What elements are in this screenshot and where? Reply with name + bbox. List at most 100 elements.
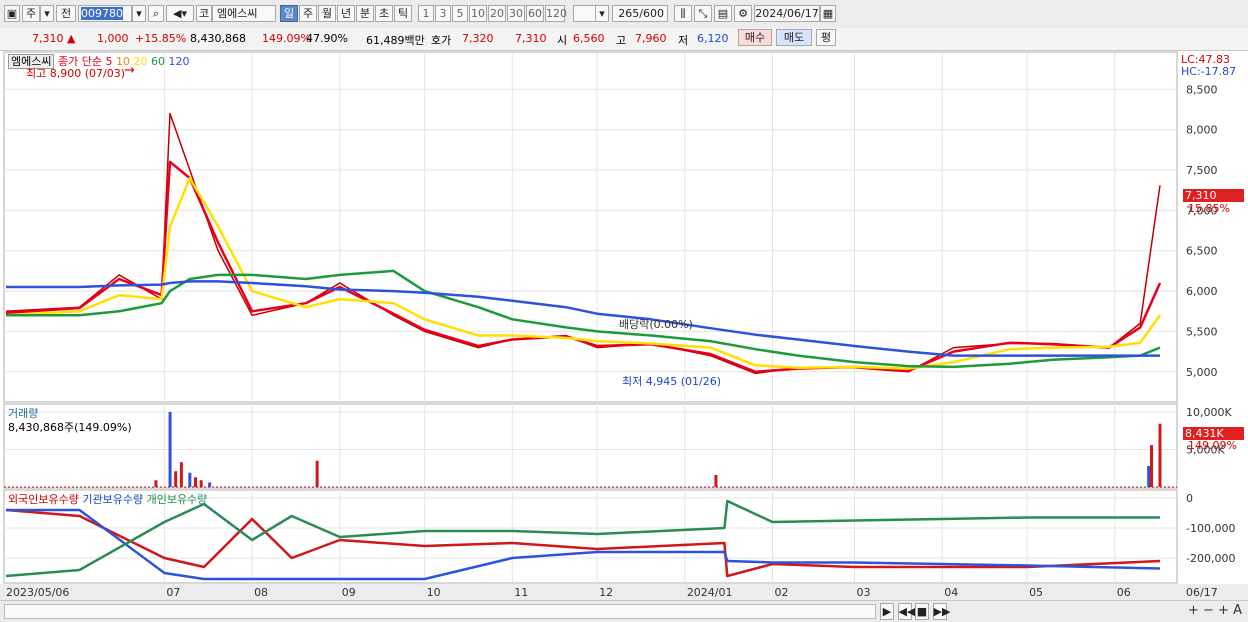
price-tick-label: 8,000 xyxy=(1186,124,1218,137)
minute-button-10[interactable]: 10 xyxy=(469,5,487,22)
minute-button-120[interactable]: 120 xyxy=(545,5,567,22)
individual-legend[interactable]: 개인보유수량 xyxy=(147,493,208,506)
candle-icon[interactable]: ⫼ xyxy=(674,5,692,22)
x-tick-label: 11 xyxy=(514,586,528,599)
volume-bar xyxy=(1150,445,1154,487)
volume-info: 8,430,868주(149.09%) xyxy=(8,421,132,434)
ask1-value: 7,320 xyxy=(462,32,494,45)
ma-legend-60: 60 xyxy=(147,55,165,68)
code-dropdown-icon[interactable]: ▾ xyxy=(132,5,146,22)
price-tick-label: 5,000 xyxy=(1186,366,1218,379)
toolbar: ▣ 주 ▾ 전 009780 ▾ ⌕ ◀▾ 코 엠에스씨 일주월년분초틱 135… xyxy=(0,0,1248,29)
forward-icon[interactable]: ▶▶ xyxy=(932,603,950,620)
date-field[interactable]: 2024/06/17 xyxy=(754,5,820,22)
tool-icon[interactable]: ⤡ xyxy=(694,5,712,22)
minute-button-3[interactable]: 3 xyxy=(435,5,451,22)
institution-legend[interactable]: 기관보유수량 xyxy=(82,493,143,506)
code-input[interactable]: 009780 xyxy=(78,5,132,22)
compare-button[interactable]: 전 xyxy=(56,5,76,22)
x-tick-label: 2024/01 xyxy=(687,586,733,599)
x-axis-area xyxy=(0,584,1248,600)
volume-bar xyxy=(199,480,203,487)
change-pct: +15.85% xyxy=(135,32,187,45)
buy-button[interactable]: 매수 xyxy=(738,29,772,46)
stock-name-field[interactable]: 엠에스씨 xyxy=(212,5,276,22)
ma-legend-120: 120 xyxy=(164,55,190,68)
volume-bar xyxy=(315,460,319,487)
price-tick-label: 5,500 xyxy=(1186,325,1218,338)
quote-bar: 7,310 ▲ 1,000 +15.85% 8,430,868 149.09% … xyxy=(0,28,1248,51)
x-tick-label: 08 xyxy=(254,586,268,599)
scroll-track[interactable] xyxy=(4,604,876,619)
volume-ratio: 149.09% xyxy=(262,32,311,45)
scroll-buttons: ▶ ◀◀ ■ ▶▶ xyxy=(880,603,950,620)
volume-bar xyxy=(188,472,192,487)
volume-bar xyxy=(208,482,212,487)
price-value: 7,310 xyxy=(32,32,64,45)
ask2-value: 7,310 xyxy=(515,32,547,45)
x-tick-label: 05 xyxy=(1029,586,1043,599)
scroll-bar[interactable]: ▶ ◀◀ ■ ▶▶ + − + A xyxy=(0,600,1248,622)
holding-tick-label: -100,000 xyxy=(1186,522,1235,535)
hc-value: HC:-17.87 xyxy=(1181,65,1237,78)
play-icon[interactable]: ▶ xyxy=(880,603,894,620)
calendar-icon[interactable]: ▦ xyxy=(820,5,836,22)
sell-button[interactable]: 매도 xyxy=(776,29,812,46)
foreign-legend[interactable]: 외국인보유수량 xyxy=(8,493,79,506)
stock-chart: 5,0005,5006,0006,5007,0007,5008,0008,500… xyxy=(0,51,1248,600)
x-tick-label: 04 xyxy=(944,586,958,599)
x-end-label: 06/17 xyxy=(1186,586,1218,599)
low-label: 저 xyxy=(678,34,689,47)
count-field[interactable]: 265/600 xyxy=(612,5,668,22)
ask-label: 호가 xyxy=(431,34,452,47)
minute-button-20[interactable]: 20 xyxy=(488,5,506,22)
rewind-icon[interactable]: ◀◀ xyxy=(897,603,915,620)
search-icon[interactable]: ⌕ xyxy=(148,5,164,22)
minute-button-5[interactable]: 5 xyxy=(452,5,468,22)
mode-dropdown-icon[interactable]: ▾ xyxy=(40,5,54,22)
x-start-label: 2023/05/06 xyxy=(6,586,69,599)
x-tick-label: 09 xyxy=(342,586,356,599)
period-button-0[interactable]: 일 xyxy=(280,5,298,22)
high-label: 고 xyxy=(616,34,627,47)
volume-bar xyxy=(194,477,198,487)
custom-period-dropdown-icon[interactable]: ▾ xyxy=(595,5,609,22)
price-tick-label: 8,500 xyxy=(1186,83,1218,96)
stop-icon[interactable]: ■ xyxy=(915,603,929,620)
up-triangle-icon: ▲ xyxy=(67,32,76,45)
last-pct: 15.85% xyxy=(1188,202,1230,215)
period-button-2[interactable]: 월 xyxy=(318,5,336,22)
gear-icon[interactable]: ⚙ xyxy=(734,5,752,22)
minute-button-1[interactable]: 1 xyxy=(418,5,434,22)
period-button-6[interactable]: 틱 xyxy=(394,5,412,22)
open-label: 시 xyxy=(557,34,568,47)
holding-tick-label: -200,000 xyxy=(1186,552,1235,565)
volume-tick-label: 10,000K xyxy=(1186,406,1232,419)
period-button-4[interactable]: 분 xyxy=(356,5,374,22)
dividend-note: 배당락(0.00%) xyxy=(619,318,693,331)
window-icon[interactable]: ▣ xyxy=(4,5,20,22)
count-value: 265 xyxy=(618,7,640,20)
price-tick-label: 6,500 xyxy=(1186,245,1218,258)
minute-button-30[interactable]: 30 xyxy=(507,5,525,22)
low-note: 최저 4,945 (01/26) xyxy=(622,375,722,388)
volume-bar xyxy=(179,462,183,487)
eval-button[interactable]: 평 xyxy=(816,29,836,46)
minute-button-60[interactable]: 60 xyxy=(526,5,544,22)
turnover: 47.90% xyxy=(306,32,348,45)
zoom-icons[interactable]: + − + A xyxy=(1188,603,1242,618)
period-button-1[interactable]: 주 xyxy=(299,5,317,22)
price-tick-label: 7,500 xyxy=(1186,164,1218,177)
change-value: 1,000 xyxy=(97,32,129,45)
last-volume-pct: 149.09% xyxy=(1188,439,1237,452)
open-value: 6,560 xyxy=(573,32,605,45)
period-button-3[interactable]: 년 xyxy=(337,5,355,22)
x-tick-label: 06 xyxy=(1117,586,1131,599)
volume-bar xyxy=(154,480,158,487)
volume-bar xyxy=(1147,466,1151,487)
save-icon[interactable]: ▤ xyxy=(714,5,732,22)
amount: 61,489백만 xyxy=(366,34,425,47)
period-button-5[interactable]: 초 xyxy=(375,5,393,22)
sound-icon[interactable]: ◀▾ xyxy=(166,5,194,22)
mode-select[interactable]: 주 xyxy=(22,5,40,22)
